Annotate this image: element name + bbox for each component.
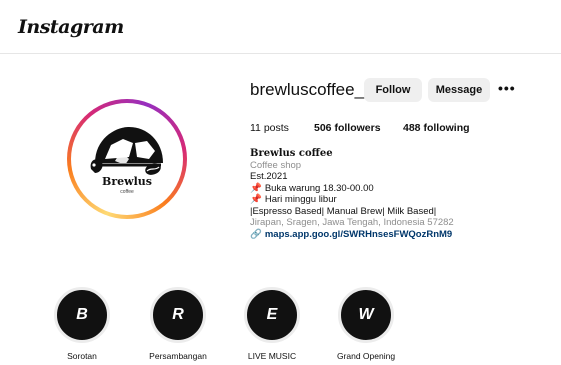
avatar-brand-subtext: coffee <box>120 189 134 195</box>
highlight-persambangan[interactable]: R Persambangan <box>138 287 218 361</box>
bio-address: Jirapan, Sragen, Jawa Tengah, Indonesia … <box>250 217 454 228</box>
bio-line: |Espresso Based| Manual Brew| Milk Based… <box>250 205 437 217</box>
bio-line: 📌 Buka warung 18.30-00.00 <box>250 183 454 195</box>
highlight-sorotan[interactable]: B Sorotan <box>42 287 122 361</box>
highlight-label: Persambangan <box>149 351 207 361</box>
highlight-label: Sorotan <box>67 351 97 361</box>
followers-stat[interactable]: 506 followers <box>314 122 381 134</box>
instagram-logo[interactable]: Instagram <box>18 16 124 38</box>
posts-label: posts <box>263 122 289 134</box>
pushpin-icon: 📌 <box>250 182 262 194</box>
bio-line: Est.2021 <box>250 171 288 182</box>
more-options-icon[interactable]: ••• <box>498 80 516 96</box>
bio-name: Brewlus coffee <box>250 148 333 159</box>
following-stat[interactable]: 488 following <box>403 122 470 134</box>
message-button[interactable]: Message <box>428 78 490 102</box>
bio-closed-day: Hari minggu libur <box>264 194 337 205</box>
pushpin-icon: 📌 <box>250 194 262 205</box>
bio-category: Coffee shop <box>250 159 302 171</box>
highlight-live-music[interactable]: E LIVE MUSIC <box>232 287 312 361</box>
top-bar: Instagram <box>0 0 561 54</box>
bio-link-row: 🔗 maps.app.goo.gl/SWRHnsesFWQozRnM9 <box>250 229 454 241</box>
highlight-cover: E <box>244 287 300 343</box>
followers-label: followers <box>334 122 381 134</box>
bio-link[interactable]: maps.app.goo.gl/SWRHnsesFWQozRnM9 <box>265 229 452 240</box>
bio-line: 📌 Hari minggu libur <box>250 194 454 206</box>
profile-bio: Brewlus coffee Coffee shop Est.2021 📌 Buk… <box>250 148 454 240</box>
highlight-label: LIVE MUSIC <box>247 351 297 361</box>
link-icon: 🔗 <box>250 228 262 240</box>
follow-button[interactable]: Follow <box>364 78 422 102</box>
following-label: following <box>423 122 470 134</box>
highlight-grand-opening[interactable]: W Grand Opening <box>326 287 406 361</box>
bio-hours: Buka warung 18.30-00.00 <box>264 182 374 194</box>
highlight-cover: B <box>54 287 110 343</box>
profile-avatar[interactable]: Brewlus coffee <box>67 99 187 219</box>
profile-username: brewluscoffee_ <box>250 80 365 99</box>
highlight-cover: R <box>150 287 206 343</box>
brewlus-logo-icon: Brewlus coffee <box>90 127 163 195</box>
avatar-brand-text: Brewlus <box>102 175 152 188</box>
following-count: 488 <box>403 122 421 134</box>
highlight-label: Grand Opening <box>336 351 396 361</box>
avatar-image: Brewlus coffee <box>71 103 183 215</box>
followers-count: 506 <box>314 122 332 134</box>
posts-count: 11 <box>250 122 261 134</box>
highlight-cover: W <box>338 287 394 343</box>
posts-stat: 11 posts <box>250 122 289 134</box>
